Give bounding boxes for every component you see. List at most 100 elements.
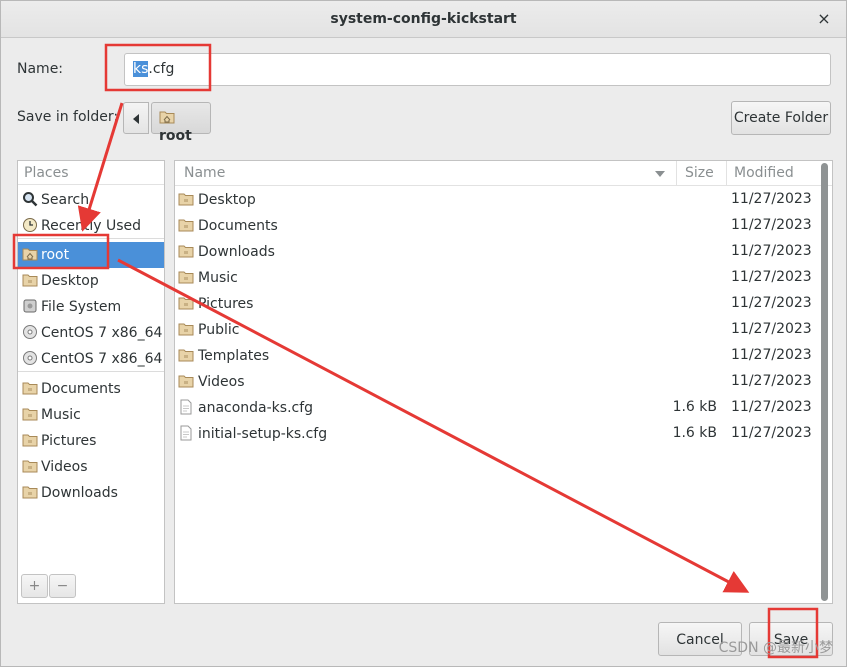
file-row[interactable]: Public 11/27/2023 (175, 317, 820, 343)
sidebar-item-label: Pictures (41, 433, 97, 449)
file-name-label: Desktop (198, 192, 256, 208)
file-name-label: Music (198, 270, 238, 286)
file-row[interactable]: Documents 11/27/2023 (175, 213, 820, 239)
close-button[interactable]: × (814, 9, 834, 29)
file-name-label: initial-setup-ks.cfg (198, 426, 328, 442)
folder-icon (22, 458, 38, 474)
file-name-label: Downloads (198, 244, 275, 260)
sidebar-item-file-system[interactable]: File System (18, 294, 164, 320)
name-label: Name: (17, 61, 64, 77)
sidebar-item-root[interactable]: root (18, 242, 164, 268)
places-header: Places (18, 161, 164, 185)
file-modified: 11/27/2023 (731, 269, 812, 285)
column-size[interactable]: Size (685, 165, 714, 181)
path-crumb-label: root (159, 128, 192, 144)
sidebar-item-label: root (41, 247, 70, 263)
file-modified: 11/27/2023 (731, 243, 812, 259)
column-divider (726, 161, 727, 186)
disc-icon (22, 324, 38, 340)
file-name: Pictures (178, 295, 253, 312)
sidebar-item-label: Music (41, 407, 81, 423)
folder-icon (22, 380, 38, 396)
file-size: 1.6 kB (672, 425, 717, 441)
home-folder-icon (22, 246, 38, 262)
sidebar-item-recently-used[interactable]: Recently Used (18, 213, 164, 239)
file-row[interactable]: anaconda-ks.cfg 1.6 kB 11/27/2023 (175, 395, 820, 421)
file-modified: 11/27/2023 (731, 347, 812, 363)
sidebar-item-centos-7-x86-64[interactable]: CentOS 7 x86_64 (18, 346, 164, 372)
file-name: initial-setup-ks.cfg (178, 425, 327, 442)
file-modified: 11/27/2023 (731, 321, 812, 337)
file-row[interactable]: Templates 11/27/2023 (175, 343, 820, 369)
file-name-label: anaconda-ks.cfg (198, 400, 314, 416)
file-modified: 11/27/2023 (731, 217, 812, 233)
sidebar-item-label: Recently Used (41, 218, 142, 234)
file-name: anaconda-ks.cfg (178, 399, 313, 416)
file-modified: 11/27/2023 (731, 425, 812, 441)
disc-icon (22, 350, 38, 366)
file-modified: 11/27/2023 (731, 295, 812, 311)
clock-icon (22, 217, 38, 233)
sidebar-separator (18, 371, 164, 372)
sidebar-item-label: Downloads (41, 485, 118, 501)
folder-icon (178, 295, 194, 311)
filename-selected-text: ks (133, 61, 149, 77)
window-title: system-config-kickstart (330, 11, 517, 27)
file-modified: 11/27/2023 (731, 191, 812, 207)
sidebar-item-pictures[interactable]: Pictures (18, 428, 164, 454)
filename-input[interactable]: ks.cfg (124, 53, 831, 86)
file-row[interactable]: Desktop 11/27/2023 (175, 187, 820, 213)
column-modified[interactable]: Modified (734, 165, 794, 181)
folder-icon (178, 243, 194, 259)
file-row[interactable]: Videos 11/27/2023 (175, 369, 820, 395)
save-dialog: system-config-kickstart × Name: ks.cfg S… (0, 0, 847, 667)
sidebar-item-search[interactable]: Search (18, 187, 164, 213)
sidebar-item-label: Search (41, 192, 90, 208)
sidebar-item-documents[interactable]: Documents (18, 376, 164, 402)
file-name: Public (178, 321, 239, 338)
folder-icon (22, 432, 38, 448)
folder-icon (178, 321, 194, 337)
file-size: 1.6 kB (672, 399, 717, 415)
file-name: Videos (178, 373, 245, 390)
file-row[interactable]: initial-setup-ks.cfg 1.6 kB 11/27/2023 (175, 421, 820, 447)
sidebar-item-downloads[interactable]: Downloads (18, 480, 164, 506)
file-list-scrollbar[interactable] (821, 163, 828, 601)
folder-icon (22, 484, 38, 500)
file-list: Name Size Modified Desktop 11/27/2023 Docu… (174, 160, 833, 604)
folder-icon (178, 347, 194, 363)
sidebar-item-videos[interactable]: Videos (18, 454, 164, 480)
file-icon (178, 399, 194, 415)
add-bookmark-button[interactable]: + (21, 574, 48, 598)
path-crumb-root[interactable]: root (151, 102, 211, 144)
create-folder-button[interactable]: Create Folder (731, 101, 831, 135)
sidebar-item-label: CentOS 7 x86_64 (41, 351, 163, 367)
sidebar-item-music[interactable]: Music (18, 402, 164, 428)
sidebar-item-centos-7-x86-64[interactable]: CentOS 7 x86_64 (18, 320, 164, 346)
folder-icon (22, 406, 38, 422)
sidebar-item-label: Videos (41, 459, 88, 475)
sidebar-separator (18, 238, 164, 239)
file-name-label: Pictures (198, 296, 254, 312)
file-name-label: Documents (198, 218, 278, 234)
search-icon (22, 191, 38, 207)
file-name-label: Templates (198, 348, 270, 364)
file-modified: 11/27/2023 (731, 373, 812, 389)
sidebar-item-desktop[interactable]: Desktop (18, 268, 164, 294)
sidebar-item-label: Desktop (41, 273, 99, 289)
remove-bookmark-button[interactable]: − (49, 574, 76, 598)
file-name: Templates (178, 347, 269, 364)
sort-descending-icon (655, 171, 665, 177)
watermark-text: CSDN @最新小梦 (718, 640, 833, 656)
filename-rest-text: .cfg (148, 61, 175, 77)
column-divider (676, 161, 677, 186)
file-row[interactable]: Pictures 11/27/2023 (175, 291, 820, 317)
file-name-label: Public (198, 322, 240, 338)
file-row[interactable]: Music 11/27/2023 (175, 265, 820, 291)
file-name: Documents (178, 217, 278, 234)
home-folder-icon (159, 110, 175, 128)
column-name[interactable]: Name (184, 165, 225, 181)
file-name-label: Videos (198, 374, 245, 390)
path-back-button[interactable] (123, 102, 149, 134)
file-row[interactable]: Downloads 11/27/2023 (175, 239, 820, 265)
